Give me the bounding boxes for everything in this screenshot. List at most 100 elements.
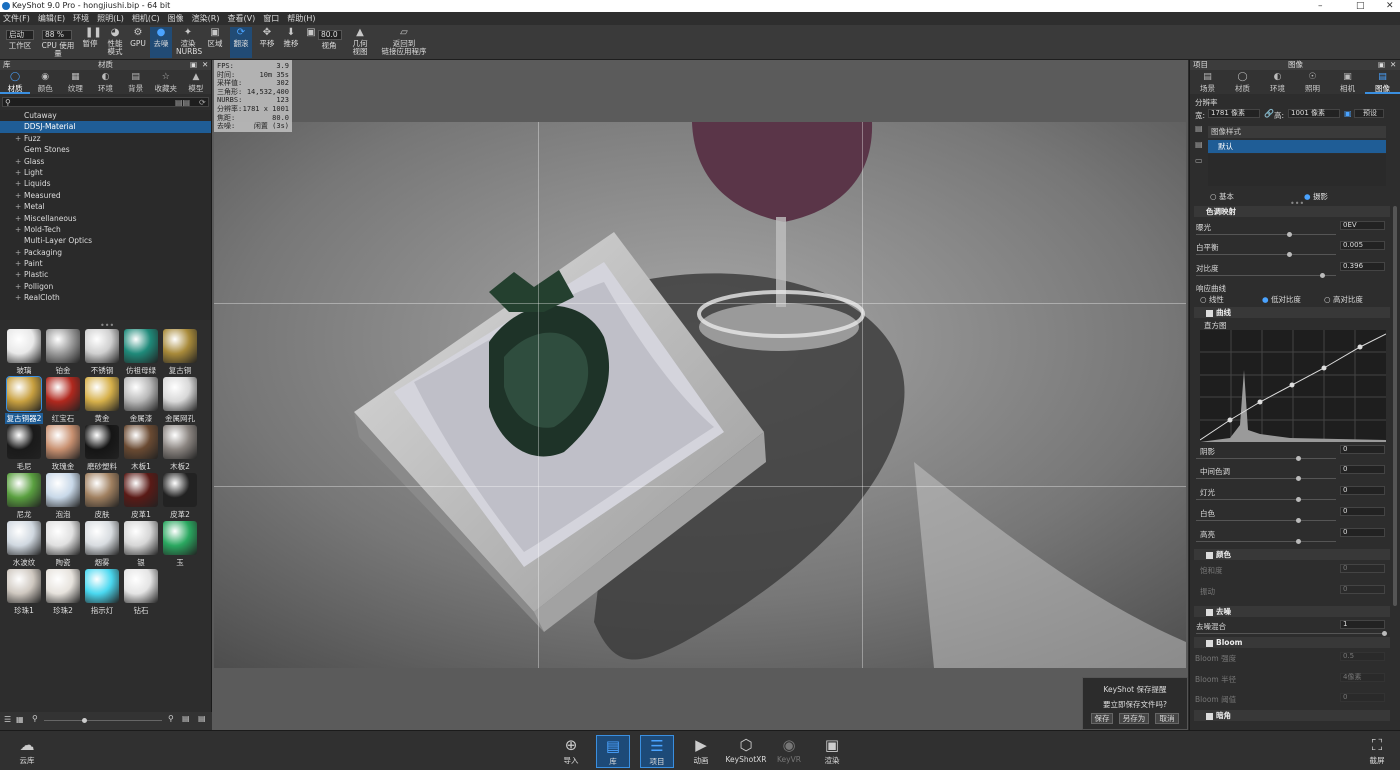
tree-item[interactable]: + Light [0,167,211,178]
menu-camera[interactable]: 相机(C) [132,12,160,25]
gpu-button[interactable]: ⚙ GPU [128,27,148,58]
panel-close-icon[interactable]: ✕ [202,60,208,70]
tab-image[interactable]: ▤ 图像 [1365,70,1400,94]
tab-models[interactable]: ▲ 模型 [181,70,211,94]
contrast-knob[interactable] [1320,273,1326,278]
denoise-blend-slider[interactable] [1196,631,1387,636]
material-swatch[interactable]: 皮肤 [83,472,121,519]
expand-icon[interactable]: + [15,224,21,235]
material-swatch[interactable]: 玻璃 [5,328,43,375]
color-checkbox[interactable] [1206,551,1213,559]
menu-view[interactable]: 查看(V) [227,12,255,25]
tree-item[interactable]: + Paint [0,258,211,269]
material-swatch[interactable]: 铂金 [44,328,82,375]
expand-icon[interactable]: + [15,156,21,167]
bloom-section[interactable]: Bloom [1194,637,1390,648]
import-button[interactable]: ⊕ 导入 [554,735,588,768]
menu-environment[interactable]: 环境 [73,12,89,25]
undock-icon[interactable]: ▣ [190,60,197,70]
menu-image[interactable]: 图像 [168,12,184,25]
slider-knob[interactable] [82,718,87,723]
menu-help[interactable]: 帮助(H) [287,12,315,25]
expand-icon[interactable]: + [15,178,21,189]
material-swatch[interactable]: 金属网孔 [161,376,199,423]
expand-icon[interactable]: + [15,167,21,178]
curves-checkbox[interactable] [1206,309,1213,317]
import-folder-icon[interactable]: ▤ [198,714,206,723]
keyshotxr-button[interactable]: ⬡ KeyShotXR [724,735,768,768]
return-to-linked-app-button[interactable]: ▱ 返回到 链接应用程序 [380,27,428,58]
material-swatch[interactable]: 钻石 [122,568,160,615]
fov-field[interactable]: 80.0 [318,30,342,40]
whites-input[interactable]: 0 [1340,507,1385,516]
library-button[interactable]: ▤ 库 [596,735,630,768]
bloom-threshold-input[interactable]: 0 [1340,693,1385,702]
tree-item[interactable]: + Polligon [0,281,211,292]
minimize-icon[interactable]: – [1318,0,1323,12]
tree-item[interactable]: + Mold-Tech [0,224,211,235]
tree-item[interactable]: + Miscellaneous [0,213,211,224]
thumbnail-size-slider[interactable] [44,718,162,723]
material-swatch[interactable]: 烟雾 [83,520,121,567]
tab-environment[interactable]: ◐ 环境 [1260,70,1295,94]
menu-lighting[interactable]: 照明(L) [97,12,124,25]
animation-button[interactable]: ▶ 动画 [684,735,718,768]
zoom-in-icon[interactable]: ⚲ [168,714,174,723]
exposure-slider[interactable] [1196,232,1336,237]
material-swatch[interactable]: 银 [122,520,160,567]
material-swatch[interactable]: 尼龙 [5,472,43,519]
width-input[interactable]: 1781 像素 [1208,109,1260,118]
height-input[interactable]: 1001 像素 [1288,109,1340,118]
tab-scene[interactable]: ▤ 场景 [1190,70,1225,94]
render-nurbs-button[interactable]: ✦ 渲染 NURBS [176,27,202,58]
tree-item[interactable]: Gem Stones [0,144,211,155]
tab-materials[interactable]: ◯ 材质 [0,70,31,94]
tree-item[interactable]: + Measured [0,190,211,201]
vignette-checkbox[interactable] [1206,712,1213,720]
duplicate-style-icon[interactable]: ▤ [1195,140,1203,149]
brights-input[interactable]: 0 [1340,528,1385,537]
pause-button[interactable]: ❚❚ 暂停 [80,27,102,58]
exposure-knob[interactable] [1287,232,1293,237]
contrast-slider[interactable] [1196,273,1336,278]
saturation-input[interactable]: 0 [1340,564,1385,573]
tab-textures[interactable]: ▦ 纹理 [60,70,90,94]
tab-material[interactable]: ◯ 材质 [1225,70,1260,94]
curve-linear-radio[interactable]: ○ 线性 [1200,294,1224,305]
render-image[interactable] [214,122,1186,668]
material-swatch[interactable]: 复古铜器2 [5,376,43,424]
midtones-input[interactable]: 0 [1340,465,1385,474]
menu-render[interactable]: 渲染(R) [192,12,220,25]
bloom-intensity-input[interactable]: 0.5 [1340,652,1385,661]
expand-icon[interactable]: + [15,258,21,269]
midtones-slider[interactable] [1196,476,1336,481]
add-folder-icon[interactable]: ▤ [182,714,190,723]
mode-photo-radio[interactable]: ● 摄影 [1304,191,1328,202]
tree-item[interactable]: + Metal [0,201,211,212]
material-swatch[interactable]: 毛尼 [5,424,43,471]
material-swatch[interactable]: 仿祖母绿 [122,328,160,375]
material-swatch[interactable]: 玉 [161,520,199,567]
contrast-input[interactable]: 0.396 [1340,262,1385,271]
link-icon[interactable]: 🔗 [1264,109,1274,118]
tree-item[interactable]: Cutaway [0,110,211,121]
highlights-knob[interactable] [1296,497,1301,502]
panel-scrollbar[interactable] [1393,206,1397,606]
material-swatch[interactable]: 珍珠1 [5,568,43,615]
denoise-section[interactable]: 去噪 [1194,606,1390,617]
tumble-button[interactable]: ⟳ 翻滚 [230,27,252,58]
preset-button[interactable]: 预设 [1354,109,1384,118]
tree-item[interactable]: + Fuzz [0,133,211,144]
bloom-radius-input[interactable]: 4像素 [1340,673,1385,682]
whites-slider[interactable] [1196,518,1336,523]
curves-section[interactable]: 曲线 [1194,307,1390,318]
white-balance-input[interactable]: 0.005 [1340,241,1385,250]
grid-view-icon[interactable]: ▦ [16,715,24,724]
bloom-checkbox[interactable] [1206,639,1213,647]
material-swatch[interactable]: 皮革2 [161,472,199,519]
menu-edit[interactable]: 编辑(E) [38,12,65,25]
material-swatch[interactable]: 玫瑰金 [44,424,82,471]
region-button[interactable]: ▣ 区域 [204,27,226,58]
delete-style-icon[interactable]: ▭ [1195,156,1203,165]
material-swatch[interactable]: 皮革1 [122,472,160,519]
